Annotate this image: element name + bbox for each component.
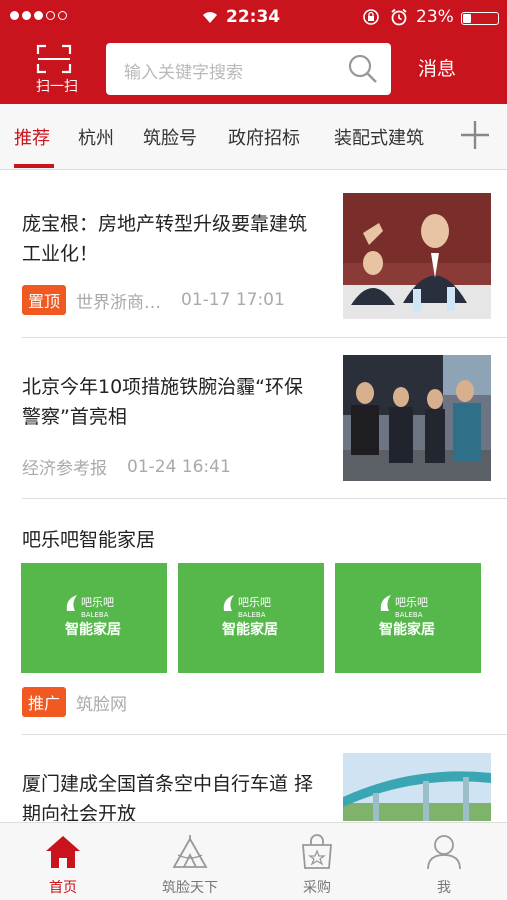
news-title: 庞宝根：房地产转型升级要靠建筑工业化！ bbox=[22, 213, 308, 265]
app-header: 扫一扫 输入关键字搜索 消息 bbox=[0, 36, 507, 104]
shopping-bag-icon bbox=[302, 834, 332, 869]
ad-logo-text: 吧乐吧 bbox=[238, 596, 271, 609]
news-title: 北京今年10项措施铁腕治霾“环保警察”首亮相 bbox=[22, 376, 304, 428]
scan-button[interactable]: 扫一扫 bbox=[24, 42, 84, 98]
nav-home[interactable]: 首页 bbox=[0, 823, 126, 900]
nav-zhulian-world-label: 筑脸天下 bbox=[162, 880, 218, 896]
nav-purchase-label: 采购 bbox=[303, 880, 331, 896]
news-source: 世界浙商… bbox=[76, 292, 162, 313]
news-thumbnail bbox=[343, 753, 491, 821]
ad-meta: 推广 筑脸网 bbox=[22, 687, 147, 717]
ad-brand-name: 智能家居 bbox=[65, 622, 121, 638]
ad-title: 吧乐吧智能家居 bbox=[22, 529, 156, 551]
ad-image: 吧乐吧 BALEBA 智能家居 bbox=[335, 563, 481, 673]
user-icon bbox=[427, 835, 461, 870]
scan-icon bbox=[36, 44, 72, 74]
signal-strength-icon bbox=[10, 11, 67, 20]
news-time: 01-24 16:41 bbox=[127, 456, 231, 477]
nav-home-label: 首页 bbox=[49, 880, 77, 896]
battery-percent: 23% bbox=[416, 7, 454, 27]
add-tab-icon[interactable] bbox=[458, 118, 492, 152]
category-tabs: 推荐 杭州 筑脸号 政府招标 装配式建筑 bbox=[0, 104, 507, 170]
wifi-icon bbox=[203, 12, 217, 23]
news-meta: 经济参考报 01-24 16:41 bbox=[22, 454, 231, 480]
ad-brand-name: 智能家居 bbox=[379, 622, 435, 638]
nav-purchase[interactable]: 采购 bbox=[254, 823, 380, 900]
ad-brand-name: 智能家居 bbox=[222, 622, 278, 638]
tab-zhulianhao[interactable]: 筑脸号 bbox=[143, 124, 197, 150]
news-meta: 置顶 世界浙商… 01-17 17:01 bbox=[22, 285, 285, 315]
news-thumbnail bbox=[343, 193, 491, 319]
active-tab-indicator bbox=[14, 164, 54, 168]
alarm-icon bbox=[391, 8, 407, 26]
rotation-lock-icon bbox=[363, 9, 379, 25]
ad-logo-text: 吧乐吧 bbox=[81, 596, 114, 609]
promoted-badge: 推广 bbox=[22, 687, 67, 717]
news-time: 01-17 17:01 bbox=[181, 290, 285, 310]
news-item[interactable]: 北京今年10项措施铁腕治霾“环保警察”首亮相 经济参考报 01-24 16:41 bbox=[0, 338, 507, 498]
tent-icon bbox=[172, 835, 208, 868]
battery-icon bbox=[461, 12, 499, 25]
news-title: 厦门建成全国首条空中自行车道 择期向社会开放 bbox=[22, 773, 314, 821]
status-bar: 22:34 23% bbox=[0, 0, 507, 36]
bottom-navigation: 首页 筑脸天下 采购 我 bbox=[0, 822, 507, 900]
ad-image: 吧乐吧 BALEBA 智能家居 bbox=[178, 563, 324, 673]
news-source: 经济参考报 bbox=[22, 459, 107, 479]
home-icon bbox=[46, 836, 80, 868]
tab-hangzhou[interactable]: 杭州 bbox=[78, 124, 114, 150]
ad-image: 吧乐吧 BALEBA 智能家居 bbox=[21, 563, 167, 673]
ad-item[interactable]: 吧乐吧智能家居 吧乐吧 BALEBA 智能家居 吧乐吧 BALEBA 智能家居 … bbox=[0, 499, 507, 734]
news-feed: 庞宝根：房地产转型升级要靠建筑工业化！ 置顶 世界浙商… 01-17 17:01 bbox=[0, 171, 507, 821]
ad-logo-text: 吧乐吧 bbox=[395, 596, 428, 609]
ad-source: 筑脸网 bbox=[76, 694, 128, 715]
search-input[interactable]: 输入关键字搜索 bbox=[106, 43, 391, 95]
news-thumbnail bbox=[343, 355, 491, 481]
scan-label: 扫一扫 bbox=[36, 79, 78, 95]
tab-recommend[interactable]: 推荐 bbox=[14, 124, 50, 150]
search-icon[interactable] bbox=[347, 53, 379, 85]
news-item[interactable]: 厦门建成全国首条空中自行车道 择期向社会开放 bbox=[0, 735, 507, 821]
news-item[interactable]: 庞宝根：房地产转型升级要靠建筑工业化！ 置顶 世界浙商… 01-17 17:01 bbox=[0, 171, 507, 337]
nav-zhulian-world[interactable]: 筑脸天下 bbox=[127, 823, 253, 900]
messages-button[interactable]: 消息 bbox=[418, 54, 456, 81]
tab-government-tender[interactable]: 政府招标 bbox=[228, 124, 300, 150]
search-placeholder: 输入关键字搜索 bbox=[124, 63, 243, 83]
nav-me[interactable]: 我 bbox=[381, 823, 507, 900]
pinned-badge: 置顶 bbox=[22, 285, 67, 315]
nav-me-label: 我 bbox=[437, 880, 451, 896]
status-time: 22:34 bbox=[226, 7, 281, 27]
tab-prefab-building[interactable]: 装配式建筑 bbox=[334, 124, 424, 150]
